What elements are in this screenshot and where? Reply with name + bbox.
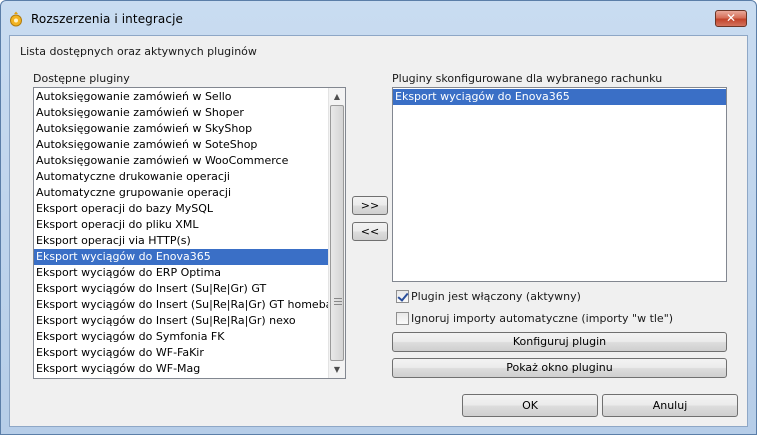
list-item[interactable]: Eksport wyciągów do Insert (Su|Re|Ra|Gr)… xyxy=(34,297,345,313)
scroll-grip-line xyxy=(334,298,342,299)
list-item[interactable]: Eksport operacji via HTTP(s) xyxy=(34,233,329,249)
list-item[interactable]: Eksport wyciągów do WF-FaKir xyxy=(34,345,329,361)
configure-plugin-button[interactable]: Konfiguruj plugin xyxy=(392,332,727,352)
dialog-description: Lista dostępnych oraz aktywnych pluginów xyxy=(20,45,257,58)
close-icon: ✕ xyxy=(725,11,737,25)
available-plugins-scrollbar[interactable]: ▲ ▼ xyxy=(328,88,345,378)
available-plugins-list[interactable]: Autoksięgowanie zamówień w Sello Autoksię… xyxy=(33,87,346,379)
list-item[interactable]: Automatyczne grupowanie operacji xyxy=(34,185,329,201)
list-item[interactable]: Eksport wyciągów do WF-Mag xyxy=(34,361,329,377)
configured-plugins-list[interactable]: Eksport wyciągów do Enova365 xyxy=(392,87,727,282)
configured-plugins-items: Eksport wyciągów do Enova365 xyxy=(393,89,726,105)
scroll-thumb[interactable] xyxy=(330,105,344,361)
dialog-client-area: Lista dostępnych oraz aktywnych pluginów… xyxy=(9,35,748,427)
list-item[interactable]: Autoksięgowanie zamówień w Sello xyxy=(34,89,329,105)
ok-button[interactable]: OK xyxy=(462,394,598,417)
list-item[interactable]: Eksport wyciągów do Enova365 xyxy=(393,89,726,105)
list-item[interactable]: Autoksięgowanie zamówień w SoteShop xyxy=(34,137,329,153)
add-plugin-button[interactable]: >> xyxy=(352,196,388,215)
list-item[interactable]: Autoksięgowanie zamówień w Shoper xyxy=(34,105,329,121)
available-plugins-label: Dostępne pluginy xyxy=(33,72,130,85)
window-title: Rozszerzenia i integracje xyxy=(31,12,183,26)
app-logo-icon xyxy=(10,11,22,27)
available-plugins-items: Autoksięgowanie zamówień w Sello Autoksię… xyxy=(34,89,345,377)
configured-plugins-label: Pluginy skonfigurowane dla wybranego rac… xyxy=(392,72,663,85)
remove-plugin-button[interactable]: << xyxy=(352,222,388,241)
list-item[interactable]: Autoksięgowanie zamówień w WooCommerce xyxy=(34,153,329,169)
scroll-grip-line xyxy=(334,301,342,302)
list-item[interactable]: Eksport wyciągów do Insert (Su|Re|Ra|Gr)… xyxy=(34,313,329,329)
scroll-up-icon[interactable]: ▲ xyxy=(329,88,345,105)
cancel-button[interactable]: Anuluj xyxy=(602,394,738,417)
plugin-enabled-checkbox[interactable] xyxy=(396,290,409,303)
close-button[interactable]: ✕ xyxy=(715,10,747,27)
list-item[interactable]: Eksport wyciągów do Enova365 xyxy=(34,249,329,265)
scroll-grip-line xyxy=(334,304,342,305)
list-item[interactable]: Eksport wyciągów do ERP Optima xyxy=(34,265,329,281)
list-item[interactable]: Eksport wyciągów do Insert (Su|Re|Gr) GT xyxy=(34,281,329,297)
list-item[interactable]: Eksport operacji do pliku XML xyxy=(34,217,329,233)
list-item[interactable]: Eksport operacji do bazy MySQL xyxy=(34,201,329,217)
plugin-enabled-label[interactable]: Plugin jest włączony (aktywny) xyxy=(411,290,581,303)
show-plugin-window-button[interactable]: Pokaż okno pluginu xyxy=(392,358,727,378)
list-item[interactable]: Eksport wyciągów do Symfonia FK xyxy=(34,329,329,345)
title-bar[interactable]: Rozszerzenia i integracje ✕ xyxy=(1,1,756,35)
list-item[interactable]: Autoksięgowanie zamówień w SkyShop xyxy=(34,121,329,137)
dialog-window: Rozszerzenia i integracje ✕ Lista dostęp… xyxy=(0,0,757,435)
ignore-auto-imports-checkbox[interactable] xyxy=(396,312,409,325)
list-item[interactable]: Automatyczne drukowanie operacji xyxy=(34,169,329,185)
scroll-down-icon[interactable]: ▼ xyxy=(329,361,345,378)
ignore-auto-imports-label[interactable]: Ignoruj importy automatyczne (importy "w… xyxy=(411,312,673,325)
